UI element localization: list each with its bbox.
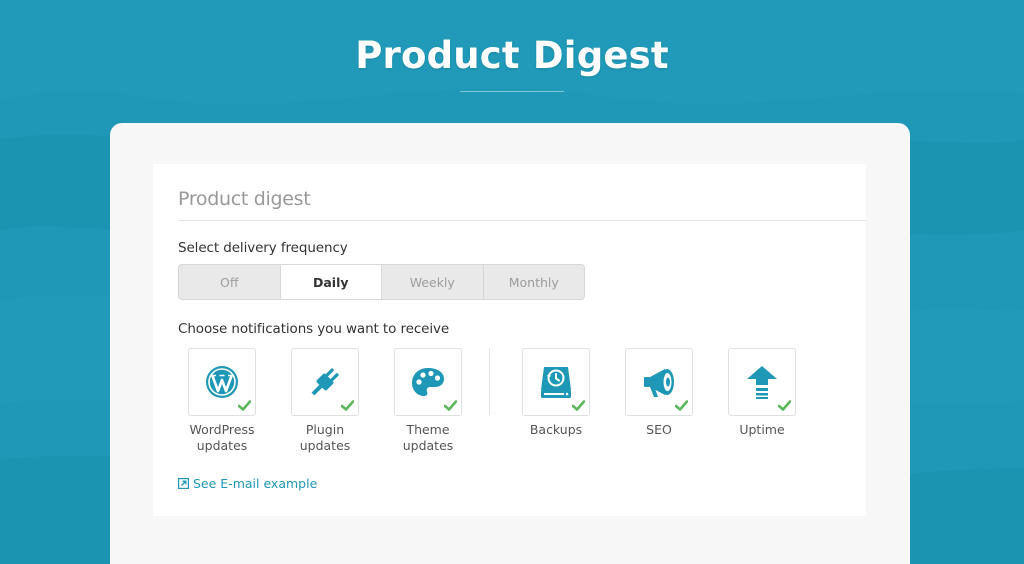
- tile-label: Uptime: [739, 422, 785, 437]
- tile-theme-updates[interactable]: Theme updates: [392, 348, 464, 454]
- frequency-label: Select delivery frequency: [178, 240, 348, 256]
- tile-box[interactable]: [394, 348, 462, 416]
- palette-icon: [412, 368, 444, 396]
- checkmark-icon: [238, 400, 251, 411]
- tile-box[interactable]: [522, 348, 590, 416]
- tiles-divider: [489, 348, 490, 415]
- tile-box[interactable]: [188, 348, 256, 416]
- checkmark-icon: [675, 400, 688, 411]
- backup-drive-icon: [541, 367, 571, 398]
- tile-box[interactable]: [625, 348, 693, 416]
- tile-label: Theme updates: [402, 422, 454, 453]
- digest-panel: Product digest Select delivery frequency…: [153, 164, 866, 516]
- notification-tiles: WordPress updates Plugin updates Theme u…: [186, 348, 866, 458]
- upload-arrow-icon: [747, 366, 777, 399]
- page-title: Product Digest: [355, 34, 669, 77]
- title-divider: [460, 91, 564, 92]
- checkmark-icon: [444, 400, 457, 411]
- tile-box[interactable]: [728, 348, 796, 416]
- tile-uptime[interactable]: Uptime: [726, 348, 798, 438]
- tile-box[interactable]: [291, 348, 359, 416]
- frequency-option-daily[interactable]: Daily: [280, 265, 382, 299]
- frequency-option-monthly[interactable]: Monthly: [484, 265, 585, 299]
- tile-seo[interactable]: SEO: [623, 348, 695, 438]
- checkmark-icon: [778, 400, 791, 411]
- megaphone-icon: [644, 369, 674, 397]
- see-email-example-link[interactable]: See E-mail example: [178, 476, 317, 491]
- tile-plugin-updates[interactable]: Plugin updates: [289, 348, 361, 454]
- panel-title: Product digest: [178, 188, 311, 210]
- tile-label: Backups: [529, 422, 583, 437]
- notifications-label: Choose notifications you want to receive: [178, 321, 450, 337]
- tile-backups[interactable]: Backups: [520, 348, 592, 438]
- email-link-label: See E-mail example: [193, 476, 318, 491]
- frequency-selector: Off Daily Weekly Monthly: [178, 264, 585, 300]
- checkmark-icon: [341, 400, 354, 411]
- tile-label: WordPress updates: [189, 422, 255, 453]
- tile-label: Plugin updates: [299, 422, 351, 453]
- wordpress-icon: [206, 366, 238, 398]
- panel-divider: [178, 220, 866, 221]
- frequency-option-off[interactable]: Off: [179, 265, 281, 299]
- plug-icon: [311, 368, 339, 396]
- frequency-option-weekly[interactable]: Weekly: [382, 265, 484, 299]
- checkmark-icon: [572, 400, 585, 411]
- tile-wordpress-updates[interactable]: WordPress updates: [186, 348, 258, 454]
- main-card: Product digest Select delivery frequency…: [110, 123, 910, 564]
- external-link-icon: [178, 478, 189, 489]
- tile-label: SEO: [646, 422, 672, 437]
